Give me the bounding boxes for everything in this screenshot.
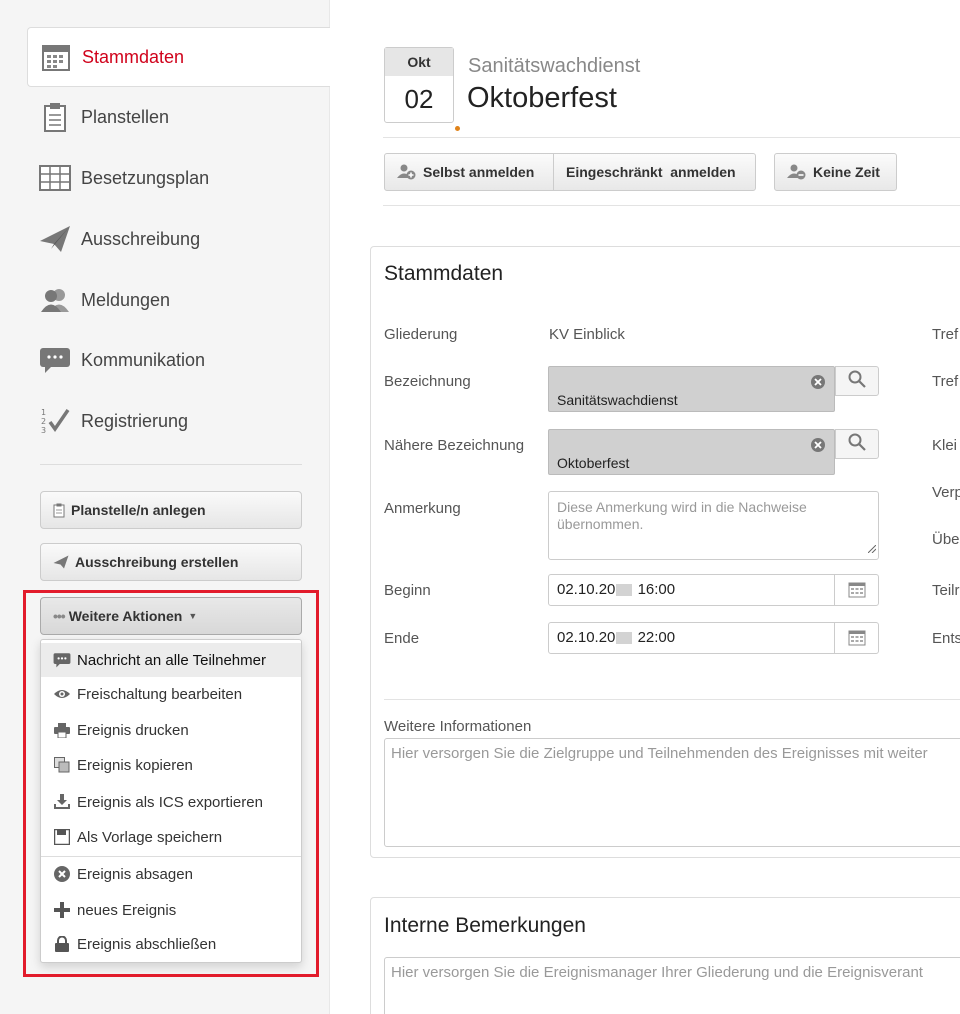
nav-label: Stammdaten	[82, 46, 185, 67]
nav-stammdaten[interactable]: Stammdaten	[27, 27, 330, 87]
ende-time: 22:00	[637, 629, 676, 646]
eingeschraenkt-anmelden-button[interactable]: Eingeschränkt anmelden	[553, 153, 756, 191]
bezeichnung-search-button[interactable]	[835, 366, 879, 396]
event-month: Okt	[385, 48, 453, 76]
svg-text:3: 3	[41, 426, 46, 435]
naehere-bezeichnung-select[interactable]: Oktoberfest	[548, 429, 835, 475]
button-label: Planstelle/n anlegen	[71, 502, 206, 518]
right-label: Tref	[932, 326, 959, 343]
nav-label: Planstellen	[81, 106, 170, 127]
users-icon	[39, 284, 71, 316]
svg-text:1: 1	[41, 408, 46, 417]
ende-date: 02.10.20	[557, 629, 616, 646]
planstelle-anlegen-button[interactable]: Planstelle/n anlegen	[40, 491, 302, 529]
nav-ausschreibung[interactable]: Ausschreibung	[27, 209, 330, 269]
ende-input[interactable]: 02.10.20 22:00	[548, 622, 879, 654]
sidebar: Stammdaten Planstellen Besetzungsplan Au…	[0, 0, 330, 1014]
beginn-date: 02.10.20	[557, 581, 616, 598]
naehere-search-button[interactable]	[835, 429, 879, 459]
svg-text:2: 2	[41, 417, 46, 426]
event-day: 02	[404, 84, 434, 114]
event-category: Sanitätswachdienst	[468, 55, 641, 77]
interne-placeholder: Hier versorgen Sie die Ereignismanager I…	[391, 964, 923, 981]
user-remove-icon	[787, 164, 807, 180]
user-add-icon	[397, 164, 417, 180]
bezeichnung-label: Bezeichnung	[384, 373, 471, 390]
right-label: Tref	[932, 373, 959, 390]
chat-icon	[39, 344, 71, 376]
calendar-picker-button[interactable]	[834, 623, 878, 653]
actions-divider	[383, 205, 960, 206]
nav-label: Besetzungsplan	[81, 167, 210, 188]
right-label: Ents	[932, 630, 960, 647]
event-date-badge: Okt 02	[384, 47, 454, 123]
weitere-placeholder: Hier versorgen Sie die Zielgruppe und Te…	[391, 745, 928, 762]
right-label: Verp	[932, 484, 960, 501]
calendar-picker-button[interactable]	[834, 575, 878, 605]
gliederung-value: KV Einblick	[549, 326, 625, 343]
gliederung-label: Gliederung	[384, 326, 458, 343]
button-label: Eingeschränkt anmelden	[566, 164, 736, 180]
nav-label: Kommunikation	[81, 349, 206, 370]
clipboard-icon	[39, 101, 71, 133]
nav-label: Registrierung	[81, 410, 189, 431]
anmerkung-placeholder: Diese Anmerkung wird in die Nachweise üb…	[557, 499, 807, 532]
bezeichnung-value: Sanitätswachdienst	[557, 392, 678, 408]
nav-registrierung[interactable]: 123 Registrierung	[27, 391, 330, 451]
button-label: Keine Zeit	[813, 164, 880, 180]
sidebar-divider	[40, 464, 302, 465]
keine-zeit-button[interactable]: Keine Zeit	[774, 153, 897, 191]
anmerkung-textarea[interactable]: Diese Anmerkung wird in die Nachweise üb…	[548, 491, 879, 560]
button-label: Ausschreibung erstellen	[75, 554, 239, 570]
interne-bemerkungen-textarea[interactable]: Hier versorgen Sie die Ereignismanager I…	[384, 957, 960, 1014]
page-title: Oktoberfest	[467, 82, 617, 114]
beginn-time: 16:00	[637, 581, 676, 598]
clear-icon[interactable]	[810, 437, 826, 458]
naehere-bezeichnung-label: Nähere Bezeichnung	[384, 437, 525, 454]
nav-meldungen[interactable]: Meldungen	[27, 270, 330, 330]
nav-planstellen[interactable]: Planstellen	[27, 87, 330, 147]
right-label: Teilr	[932, 582, 960, 599]
weitere-informationen-textarea[interactable]: Hier versorgen Sie die Zielgruppe und Te…	[384, 738, 960, 847]
clear-icon[interactable]	[810, 374, 826, 395]
selbst-anmelden-button[interactable]: Selbst anmelden	[384, 153, 554, 191]
search-icon	[848, 370, 866, 393]
status-dot	[455, 126, 460, 131]
stammdaten-title: Stammdaten	[384, 262, 504, 285]
resize-grip-icon[interactable]	[867, 540, 877, 557]
right-label: Übe	[932, 531, 960, 548]
ausschreibung-erstellen-button[interactable]: Ausschreibung erstellen	[40, 543, 302, 581]
highlight-frame	[23, 590, 319, 977]
paper-plane-icon	[39, 223, 71, 255]
nav-label: Ausschreibung	[81, 228, 201, 249]
nav-kommunikation[interactable]: Kommunikation	[27, 330, 330, 390]
nav-besetzungsplan[interactable]: Besetzungsplan	[27, 148, 330, 208]
checklist-icon: 123	[39, 405, 71, 437]
search-icon	[848, 433, 866, 456]
weitere-informationen-label: Weitere Informationen	[384, 718, 532, 735]
bezeichnung-select[interactable]: Sanitätswachdienst	[548, 366, 835, 412]
interne-bemerkungen-title: Interne Bemerkungen	[384, 914, 586, 937]
beginn-label: Beginn	[384, 582, 431, 599]
button-label: Selbst anmelden	[423, 164, 535, 180]
beginn-input[interactable]: 02.10.20 16:00	[548, 574, 879, 606]
header-divider	[383, 137, 960, 138]
clipboard-icon	[53, 503, 65, 518]
redacted-block	[616, 584, 633, 597]
section-divider	[384, 699, 960, 700]
nav-label: Meldungen	[81, 289, 171, 310]
grid-icon	[39, 162, 71, 194]
redacted-block	[616, 632, 633, 645]
calendar-icon	[40, 41, 72, 73]
ende-label: Ende	[384, 630, 420, 647]
paper-plane-icon	[53, 555, 69, 569]
right-label: Klei	[932, 437, 958, 454]
naehere-bezeichnung-value: Oktoberfest	[557, 455, 630, 471]
anmerkung-label: Anmerkung	[384, 500, 461, 517]
